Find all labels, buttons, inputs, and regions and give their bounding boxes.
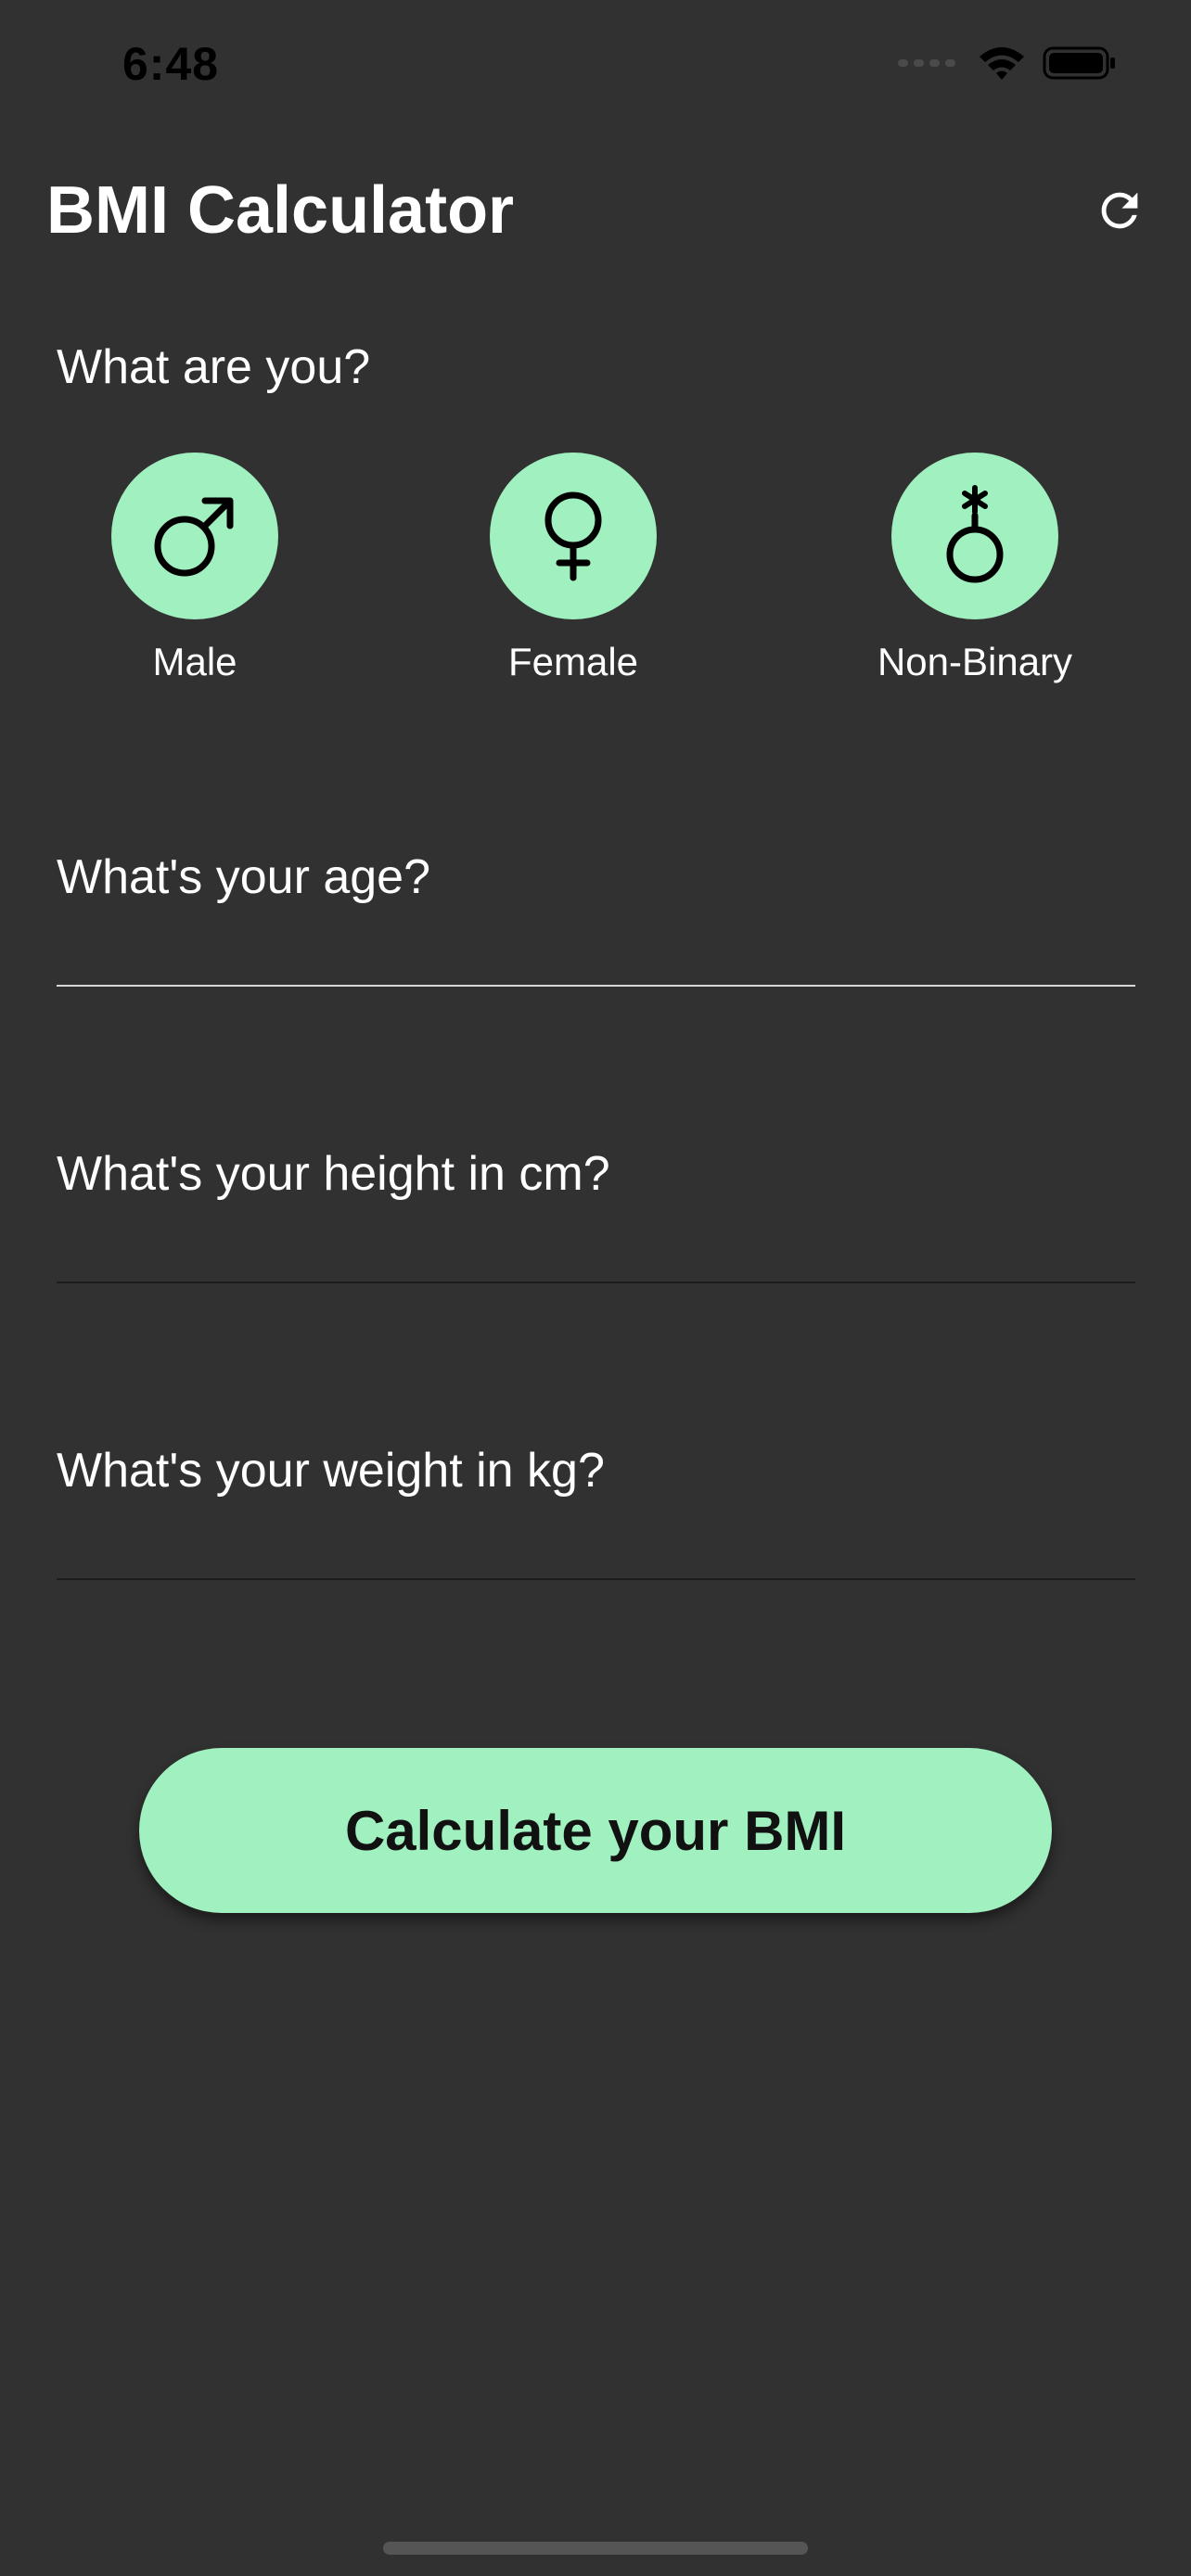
page-title: BMI Calculator	[46, 173, 515, 248]
refresh-button[interactable]	[1085, 176, 1154, 245]
gender-circle-female	[490, 453, 657, 619]
gender-option-female[interactable]: Female	[425, 453, 722, 684]
gender-option-non-binary[interactable]: Non-Binary	[826, 453, 1123, 684]
non-binary-symbol-icon	[946, 485, 1004, 583]
height-input[interactable]	[57, 1178, 1135, 1280]
app-bar: BMI Calculator	[0, 139, 1191, 278]
gender-label-non-binary: Non-Binary	[877, 640, 1073, 683]
signal-icon	[898, 59, 955, 67]
male-symbol-icon	[154, 497, 234, 577]
weight-input[interactable]	[57, 1474, 1135, 1576]
status-time: 6:48	[122, 38, 220, 90]
wifi-icon	[980, 47, 1024, 80]
gender-question-label: What are you?	[57, 340, 371, 394]
gender-option-male[interactable]: Male	[46, 453, 343, 684]
status-bar: 6:48	[0, 0, 1191, 139]
female-symbol-icon	[544, 491, 602, 581]
refresh-icon	[1101, 192, 1138, 229]
gender-circle-non-binary	[891, 453, 1058, 619]
gender-label-male: Male	[152, 640, 237, 683]
gender-label-female: Female	[507, 640, 639, 683]
gender-circle-male	[111, 453, 278, 619]
weight-input-underline	[57, 1578, 1135, 1580]
status-icons	[898, 45, 1117, 82]
calculate-bmi-button[interactable]: Calculate your BMI	[139, 1748, 1052, 1913]
calculate-bmi-label: Calculate your BMI	[344, 1799, 847, 1862]
home-indicator[interactable]	[383, 2542, 808, 2555]
battery-icon	[1043, 46, 1115, 80]
height-input-underline	[57, 1282, 1135, 1283]
age-input-underline	[57, 985, 1135, 987]
bmi-calculator-screen: 6:48 BMI Calculator What are you? Male F…	[0, 0, 1191, 2576]
age-input[interactable]	[57, 881, 1135, 983]
